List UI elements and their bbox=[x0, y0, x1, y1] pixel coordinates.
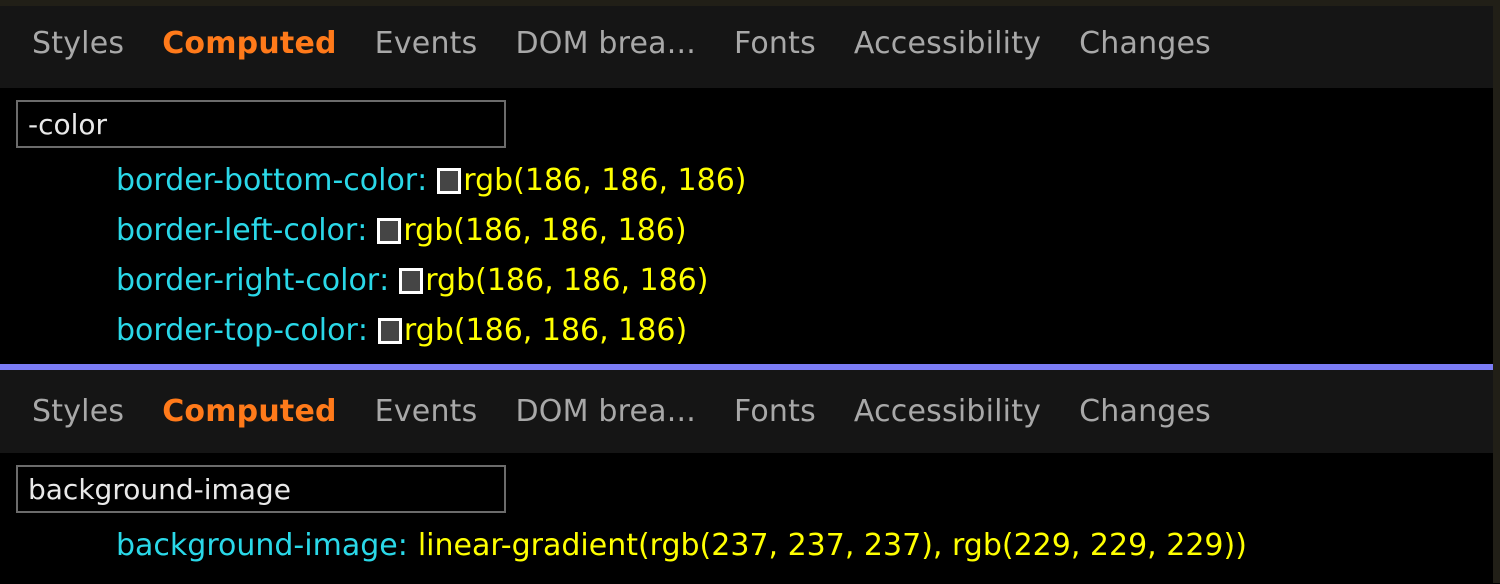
tab-dom-brea[interactable]: DOM brea... bbox=[515, 29, 696, 59]
property-name: border-top-color bbox=[116, 313, 358, 348]
computed-property-row[interactable]: border-left-color: rgb(186, 186, 186) bbox=[0, 206, 1500, 256]
computed-property-list-bottom: background-image: linear-gradient(rgb(237… bbox=[0, 513, 1500, 571]
property-value[interactable]: rgb(186, 186, 186) bbox=[403, 216, 686, 246]
computed-property-row[interactable]: background-image: linear-gradient(rgb(237… bbox=[0, 521, 1500, 571]
property-value[interactable]: rgb(186, 186, 186) bbox=[463, 166, 746, 196]
tab-accessibility[interactable]: Accessibility bbox=[854, 396, 1041, 427]
property-filter-input-bottom[interactable] bbox=[16, 465, 506, 513]
tab-computed[interactable]: Computed bbox=[162, 29, 336, 59]
tab-computed[interactable]: Computed bbox=[162, 396, 336, 427]
devtools-tabbar-top: Styles Computed Events DOM brea... Fonts Acce… bbox=[0, 0, 1500, 88]
property-value[interactable]: rgb(186, 186, 186) bbox=[404, 316, 687, 346]
tab-dom-brea[interactable]: DOM brea... bbox=[515, 396, 696, 427]
tab-accessibility[interactable]: Accessibility bbox=[854, 29, 1041, 59]
devtools-tabbar-bottom: Styles Computed Events DOM brea... Fonts Acce… bbox=[0, 370, 1500, 453]
tab-events[interactable]: Events bbox=[375, 396, 478, 427]
property-colon: : bbox=[397, 528, 408, 563]
property-value[interactable]: linear-gradient(rgb(237, 237, 237), rgb(… bbox=[418, 531, 1247, 561]
property-name: border-bottom-color bbox=[116, 163, 418, 198]
tab-styles[interactable]: Styles bbox=[32, 29, 124, 59]
tab-events[interactable]: Events bbox=[375, 29, 478, 59]
color-swatch-icon[interactable] bbox=[377, 318, 402, 344]
color-swatch-icon[interactable] bbox=[437, 168, 462, 194]
color-swatch-icon[interactable] bbox=[377, 218, 402, 244]
property-filter-input-top[interactable] bbox=[16, 100, 506, 148]
devtools-screen: Styles Computed Events DOM brea... Fonts Acce… bbox=[0, 0, 1500, 584]
computed-property-row[interactable]: border-right-color: rgb(186, 186, 186) bbox=[0, 256, 1500, 306]
filter-row-bottom bbox=[0, 453, 1500, 513]
property-name: border-left-color bbox=[116, 213, 358, 248]
property-colon: : bbox=[417, 163, 428, 198]
property-colon: : bbox=[379, 263, 390, 298]
computed-property-row[interactable]: border-bottom-color: rgb(186, 186, 186) bbox=[0, 156, 1500, 206]
property-name: border-right-color bbox=[116, 263, 380, 298]
tab-changes[interactable]: Changes bbox=[1079, 29, 1211, 59]
property-colon: : bbox=[357, 213, 368, 248]
computed-property-row[interactable]: border-top-color: rgb(186, 186, 186) bbox=[0, 306, 1500, 356]
tab-styles[interactable]: Styles bbox=[32, 396, 124, 427]
tab-changes[interactable]: Changes bbox=[1079, 396, 1211, 427]
tab-fonts[interactable]: Fonts bbox=[734, 396, 816, 427]
color-swatch-icon[interactable] bbox=[399, 268, 424, 294]
tab-fonts[interactable]: Fonts bbox=[734, 29, 816, 59]
computed-styles-panel-bottom: Styles Computed Events DOM brea... Fonts Acce… bbox=[0, 370, 1500, 584]
property-value[interactable]: rgb(186, 186, 186) bbox=[425, 266, 708, 296]
computed-styles-panel-top: Styles Computed Events DOM brea... Fonts Acce… bbox=[0, 0, 1500, 364]
property-colon: : bbox=[357, 313, 368, 348]
computed-property-list-top: border-bottom-color: rgb(186, 186, 186) bo… bbox=[0, 148, 1500, 356]
filter-row-top bbox=[0, 88, 1500, 148]
property-name: background-image bbox=[116, 528, 398, 563]
